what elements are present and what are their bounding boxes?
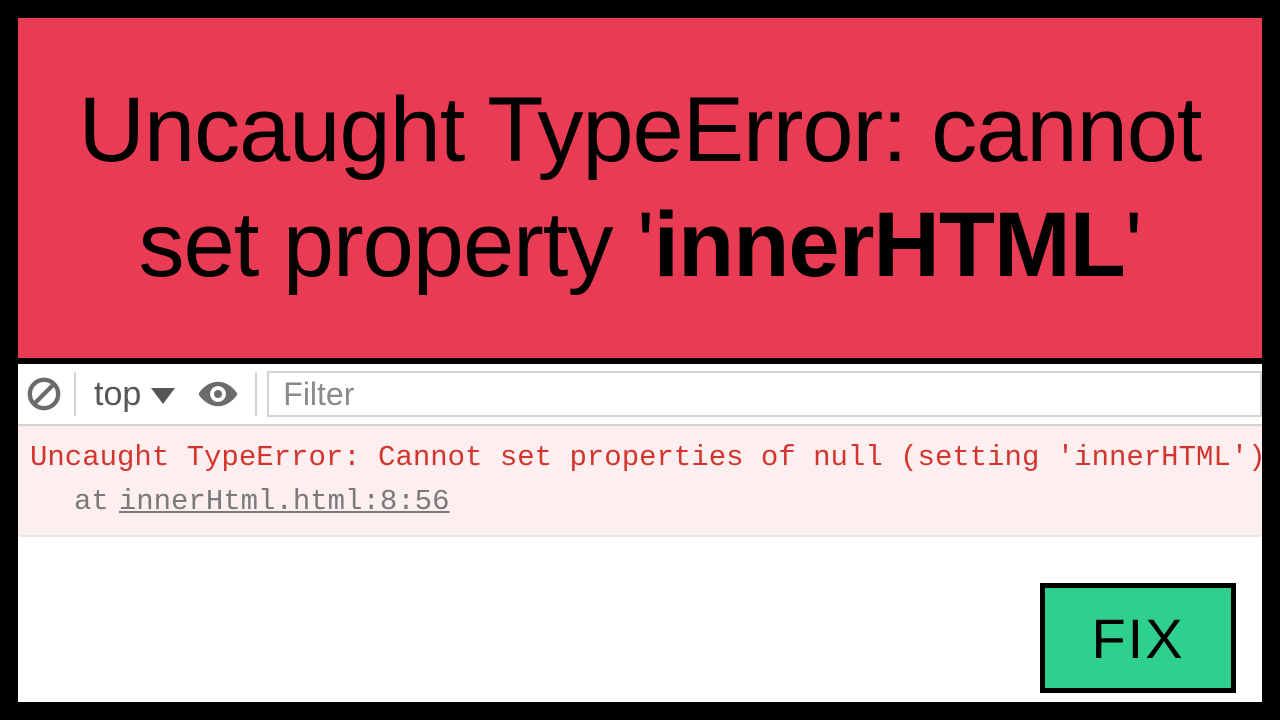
error-message: Uncaught TypeError: Cannot set propertie… [30, 436, 1250, 480]
title-banner: Uncaught TypeError: cannot set property … [18, 18, 1262, 364]
chevron-down-icon [151, 388, 175, 404]
title-text: Uncaught TypeError: cannot set property … [69, 73, 1212, 303]
title-line-2: set property 'innerHTML' [79, 188, 1202, 303]
title-line-2-prefix: set property ' [139, 194, 654, 296]
devtools-console: top Uncaught TypeError: Cannot set prope… [18, 364, 1262, 702]
console-filter-input[interactable] [267, 371, 1262, 417]
app-frame: Uncaught TypeError: cannot set property … [12, 12, 1268, 708]
stack-location-link[interactable]: innerHtml.html:8:56 [119, 480, 450, 524]
stack-at-label: at [74, 480, 109, 524]
title-line-2-bold: innerHTML [653, 194, 1124, 296]
filter-field-wrap [267, 364, 1262, 424]
title-line-2-suffix: ' [1125, 194, 1142, 296]
toolbar-separator [74, 372, 76, 416]
fix-button-label: FIX [1091, 606, 1184, 671]
clear-console-icon[interactable] [24, 374, 64, 414]
error-stack-line: at innerHtml.html:8:56 [30, 480, 1250, 524]
toolbar-separator [255, 372, 257, 416]
live-expression-icon[interactable] [197, 373, 239, 415]
fix-button[interactable]: FIX [1040, 583, 1236, 693]
execution-context-selector[interactable]: top [86, 375, 183, 414]
console-error-entry[interactable]: Uncaught TypeError: Cannot set propertie… [18, 426, 1262, 537]
context-label: top [94, 375, 141, 414]
title-line-1: Uncaught TypeError: cannot [79, 73, 1202, 188]
console-toolbar: top [18, 364, 1262, 426]
